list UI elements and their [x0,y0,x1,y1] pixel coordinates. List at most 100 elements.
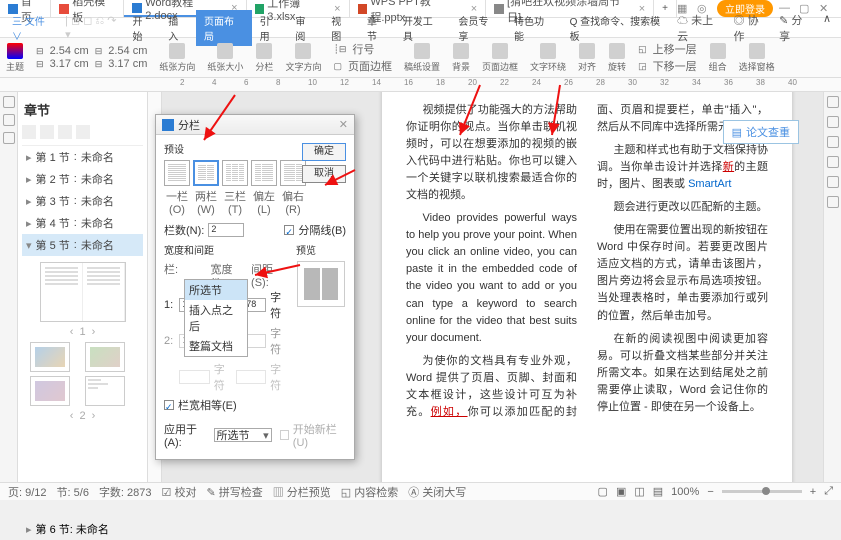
separator-checkbox[interactable] [284,225,294,235]
rnav-6-icon[interactable] [827,196,839,208]
chapter-item[interactable]: ▸第 1 节: 未命名 [22,146,143,168]
share-button[interactable]: ✎ 分享 [779,12,813,44]
rtab-file[interactable]: 三 文件 ∨ [4,10,65,46]
rnav-1-icon[interactable] [827,96,839,108]
fit-icon[interactable]: ⤢ [824,485,833,498]
rotate-icon[interactable] [609,43,625,59]
ch-tool-2[interactable] [40,125,54,139]
dd-item[interactable]: 插入点之后 [185,300,247,336]
wrap-icon[interactable] [540,43,556,59]
nav-outline-icon[interactable] [3,96,15,108]
status-page[interactable]: 页: 9/12 [8,484,47,500]
ch-tool-1[interactable] [22,125,36,139]
page-thumb[interactable] [85,342,125,372]
align-icon[interactable] [579,43,595,59]
chapter-item[interactable]: ▸第 4 节: 未命名 [22,212,143,234]
collapse-icon[interactable]: ∧ [823,12,831,44]
nav-thumb-icon[interactable] [3,114,15,126]
combine-icon[interactable] [710,43,726,59]
size-icon[interactable] [217,43,233,59]
page-thumb[interactable] [30,376,70,406]
bg-icon[interactable] [453,43,469,59]
ch-tool-3[interactable] [58,125,72,139]
para[interactable]: 使用在需要位置出现的新按钮在 Word 中保存时间。若要更改图片适应文档的方式，… [597,222,768,324]
preset-three[interactable] [222,160,248,186]
para[interactable]: 题会进行更改以匹配新的主题。 [597,199,768,216]
zoom-slider[interactable] [722,490,802,493]
chapter-item[interactable]: ▸第 2 节: 未命名 [22,168,143,190]
preset-left[interactable] [251,160,277,186]
cloud-status[interactable]: ☁ 未上云 [677,12,723,44]
zoom-in[interactable]: + [810,486,816,498]
chapter-item[interactable]: ▸第 6 节: 未命名 [22,518,143,540]
next-icon[interactable]: › [92,326,96,338]
collab-button[interactable]: ◎ 协作 [734,12,770,44]
dialog-close-icon[interactable]: ✕ [339,118,348,131]
status-mode[interactable]: ◱ 内容检索 [341,484,398,500]
page-thumb[interactable] [30,342,70,372]
cols-spinner[interactable]: 2 [208,223,244,237]
draft-icon[interactable] [414,43,430,59]
rtab-review[interactable]: 审阅 [287,10,323,46]
thesis-check-badge[interactable]: ▤论文查重 [723,120,799,144]
ok-button[interactable]: 确定 [302,143,346,161]
preset-two[interactable] [193,160,219,186]
page-thumb[interactable] [85,376,125,406]
view-icon-1[interactable]: ▢ [598,485,608,498]
rnav-4-icon[interactable] [827,156,839,168]
para[interactable]: Video provides powerful ways to help you… [406,210,577,346]
textdir-icon[interactable] [295,43,311,59]
zoom-value[interactable]: 100% [671,486,699,498]
columns-icon[interactable] [256,43,272,59]
view-icon-4[interactable]: ▤ [653,485,663,498]
selpane-icon[interactable] [749,43,765,59]
ribbon-tabs: 三 文件 ∨ | ◻ ◻ ⎌ ↷ ▾ 开始 插入 页面布局 引用 审阅 视图 章… [0,18,841,38]
status-proof[interactable]: ☑ 校对 [162,484,197,500]
rightnav [823,92,841,482]
para[interactable]: 在新的阅读视图中阅读更加容易。可以折叠文档某些部分并关注所需文本。如果在达到结尾… [597,331,768,416]
prev-icon[interactable]: ‹ [70,326,74,338]
status-cols[interactable]: ▥ 分栏预览 [273,484,331,500]
rtab-vip[interactable]: 会员专享 [450,10,506,46]
nav-find-icon[interactable] [3,132,15,144]
rnav-5-icon[interactable] [827,176,839,188]
chapter-title: 章节 [22,96,143,123]
page[interactable]: 视频提供了功能强大的方法帮助你证明你的观点。当你单击联机视频时，可以在想要添加的… [382,92,792,482]
newcol-checkbox [280,430,289,440]
rtab-ref[interactable]: 引用 [252,10,288,46]
para[interactable]: 视频提供了功能强大的方法帮助你证明你的观点。当你单击联机视频时，可以在想要添加的… [406,102,577,204]
page-thumb-1[interactable] [40,262,126,322]
apply-dropdown[interactable]: 所选节▾ [214,428,272,442]
chevron-down-icon: ▾ [263,429,269,442]
para[interactable]: 主题和样式也有助于文档保持协调。当你单击设计并选择新的主题时，图片、图表或 Sm… [597,142,768,193]
view-icon-2[interactable]: ▣ [616,485,626,498]
chapter-panel: 章节 ▸第 1 节: 未命名 ▸第 2 节: 未命名 ▸第 3 节: 未命名 ▸… [18,92,148,482]
rnav-2-icon[interactable] [827,116,839,128]
rtab-dev[interactable]: 开发工具 [395,10,451,46]
rtab-feature[interactable]: 特色功能 [506,10,562,46]
chapter-item[interactable]: ▾第 5 节: 未命名 [22,234,143,256]
preset-one[interactable] [164,160,190,186]
dialog-titlebar[interactable]: 分栏 ✕ [156,115,354,135]
status-words[interactable]: 字数: 2873 [99,484,152,500]
status-spell[interactable]: ✎ 拼写检查 [206,484,262,500]
rtab-start[interactable]: 开始 [124,10,160,46]
rtab-insert[interactable]: 插入 [160,10,196,46]
rnav-3-icon[interactable] [827,136,839,148]
ch-tool-4[interactable] [76,125,90,139]
equal-checkbox[interactable] [164,400,174,410]
rtab-layout[interactable]: 页面布局 [196,10,252,46]
orient-icon[interactable] [169,43,185,59]
dd-item[interactable]: 所选节 [185,280,247,300]
cancel-button[interactable]: 取消 [302,165,346,183]
view-icon-3[interactable]: ◫ [634,485,644,498]
dd-item[interactable]: 整篇文档 [185,336,247,356]
status-section[interactable]: 节: 5/6 [57,484,89,500]
theme-icon[interactable] [7,43,23,59]
apply-dropdown-list[interactable]: 所选节 插入点之后 整篇文档 [184,279,248,357]
zoom-out[interactable]: − [707,486,713,498]
border-icon[interactable] [492,43,508,59]
preview [297,261,345,307]
status-caps[interactable]: Ⓐ 关闭大写 [408,484,466,500]
chapter-item[interactable]: ▸第 3 节: 未命名 [22,190,143,212]
